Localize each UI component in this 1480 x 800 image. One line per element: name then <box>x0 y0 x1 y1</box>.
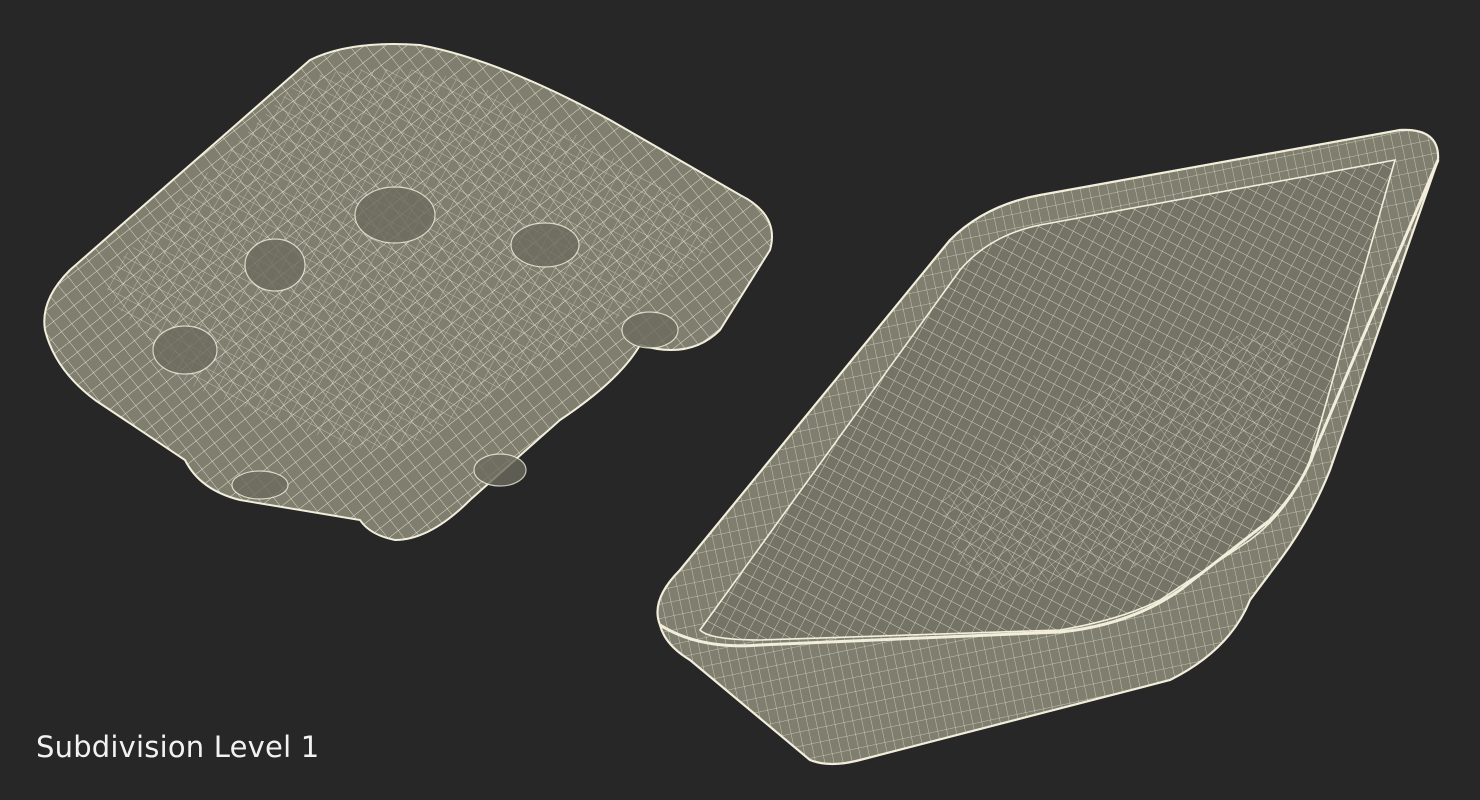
tray-wireframe-left <box>43 43 773 542</box>
render-viewport <box>43 43 1440 766</box>
subdivision-level-caption: Subdivision Level 1 <box>36 730 320 764</box>
tray-wireframe-right <box>656 128 1440 766</box>
